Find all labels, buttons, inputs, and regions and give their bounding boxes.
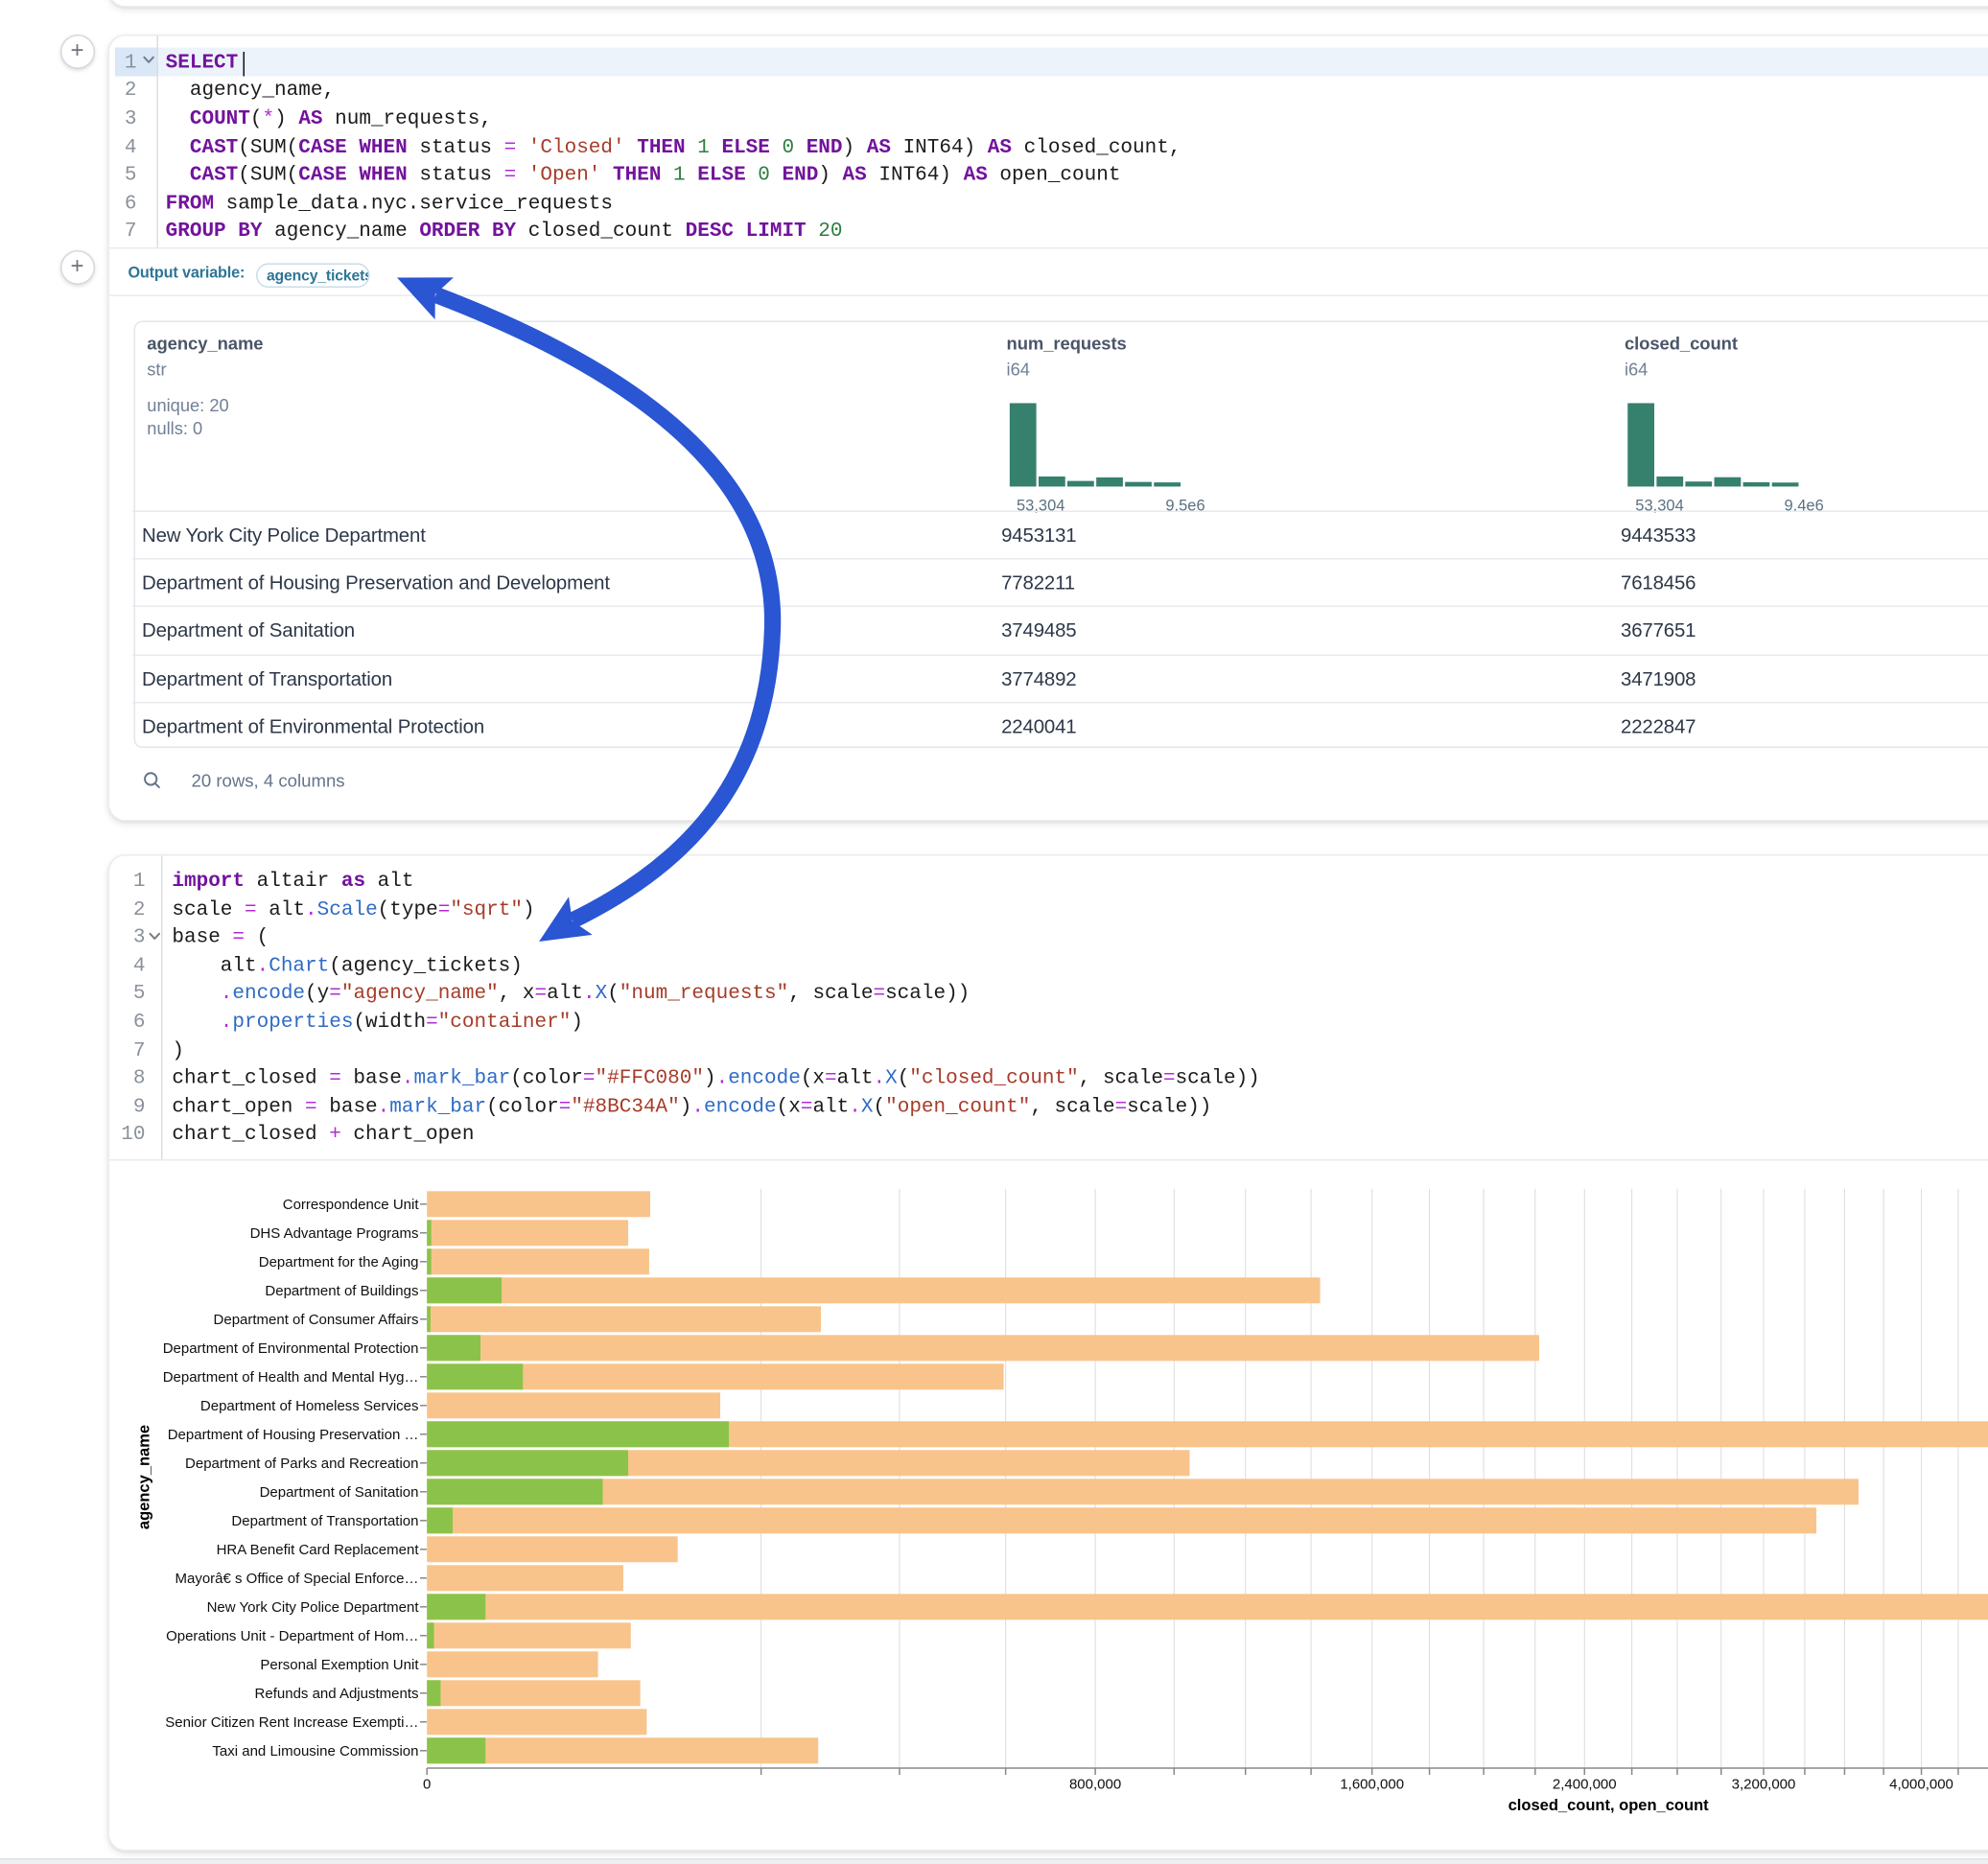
svg-text:Department of Homeless Service: Department of Homeless Services — [200, 1398, 419, 1414]
svg-text:3,200,000: 3,200,000 — [1732, 1776, 1796, 1792]
svg-text:Correspondence Unit: Correspondence Unit — [283, 1197, 420, 1213]
svg-text:HRA Benefit Card Replacement: HRA Benefit Card Replacement — [217, 1542, 420, 1558]
svg-text:New York City Police Departmen: New York City Police Department — [207, 1599, 420, 1616]
svg-text:4,000,000: 4,000,000 — [1889, 1776, 1953, 1792]
svg-text:Department of Housing Preserva: Department of Housing Preservation … — [168, 1427, 419, 1443]
svg-text:2,400,000: 2,400,000 — [1553, 1776, 1617, 1792]
svg-text:1,600,000: 1,600,000 — [1340, 1776, 1404, 1792]
svg-text:Operations Unit - Department o: Operations Unit - Department of Hom… — [166, 1628, 418, 1644]
svg-text:agency_name: agency_name — [136, 1425, 153, 1529]
svg-text:closed_count, open_count: closed_count, open_count — [1509, 1797, 1710, 1814]
svg-text:Department for the Aging: Department for the Aging — [259, 1254, 419, 1270]
svg-text:Department of Transportation: Department of Transportation — [231, 1513, 418, 1529]
svg-text:Department of Sanitation: Department of Sanitation — [260, 1484, 419, 1501]
svg-text:Department of Consumer Affairs: Department of Consumer Affairs — [214, 1312, 419, 1328]
svg-text:Department of Environmental Pr: Department of Environmental Protection — [163, 1340, 419, 1357]
svg-text:Refunds and Adjustments: Refunds and Adjustments — [255, 1686, 419, 1702]
svg-text:800,000: 800,000 — [1069, 1776, 1121, 1792]
svg-text:Personal Exemption Unit: Personal Exemption Unit — [260, 1657, 419, 1673]
svg-text:Mayorâ€ s Office of Special En: Mayorâ€ s Office of Special Enforce… — [175, 1571, 418, 1587]
svg-text:Department of Buildings: Department of Buildings — [265, 1283, 418, 1299]
svg-text:Taxi and Limousine Commission: Taxi and Limousine Commission — [212, 1743, 418, 1759]
svg-text:Senior Citizen Rent Increase E: Senior Citizen Rent Increase Exempti… — [165, 1714, 418, 1731]
svg-text:DHS Advantage Programs: DHS Advantage Programs — [250, 1225, 419, 1242]
svg-text:Department of Health and Menta: Department of Health and Mental Hyg… — [163, 1369, 419, 1386]
svg-text:Department of Parks and Recrea: Department of Parks and Recreation — [185, 1456, 418, 1472]
svg-text:0: 0 — [423, 1776, 431, 1792]
